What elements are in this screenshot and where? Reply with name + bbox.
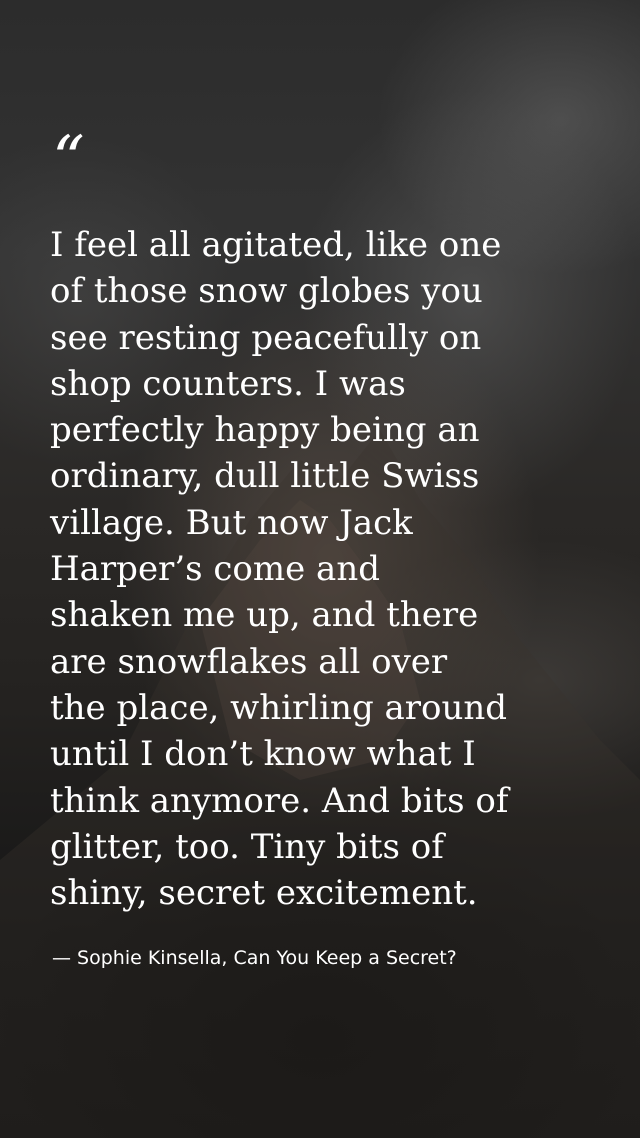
quote-line: the place, whirling around — [50, 687, 508, 728]
quote-line: think anymore. And bits of — [50, 780, 509, 821]
quote-line: perfectly happy being an — [50, 410, 480, 451]
quote-line: ordinary, dull little Swiss — [50, 456, 480, 497]
quote-text: I feel all agitated, like one of those sn… — [50, 222, 600, 916]
quote-line: village. But now Jack — [50, 502, 413, 543]
quote-line: until I don’t know what I — [50, 734, 476, 775]
quote-line: I feel all agitated, like one — [50, 225, 502, 265]
quote-line: shiny, secret excitement. — [50, 873, 478, 914]
quote-line: see resting peacefully on — [50, 317, 482, 358]
quote-line: glitter, too. Tiny bits of — [50, 826, 444, 867]
quote-line: of those snow globes you — [50, 271, 483, 312]
quote-line: are snowflakes all over — [50, 641, 448, 682]
quote-line: shaken me up, and there — [50, 595, 479, 636]
quote-mark-icon: “ — [52, 123, 85, 197]
quote-line: Harper’s come and — [50, 549, 380, 590]
quote-line: shop counters. I was — [50, 363, 406, 404]
quote-attribution: — Sophie Kinsella, Can You Keep a Secret… — [52, 947, 457, 969]
